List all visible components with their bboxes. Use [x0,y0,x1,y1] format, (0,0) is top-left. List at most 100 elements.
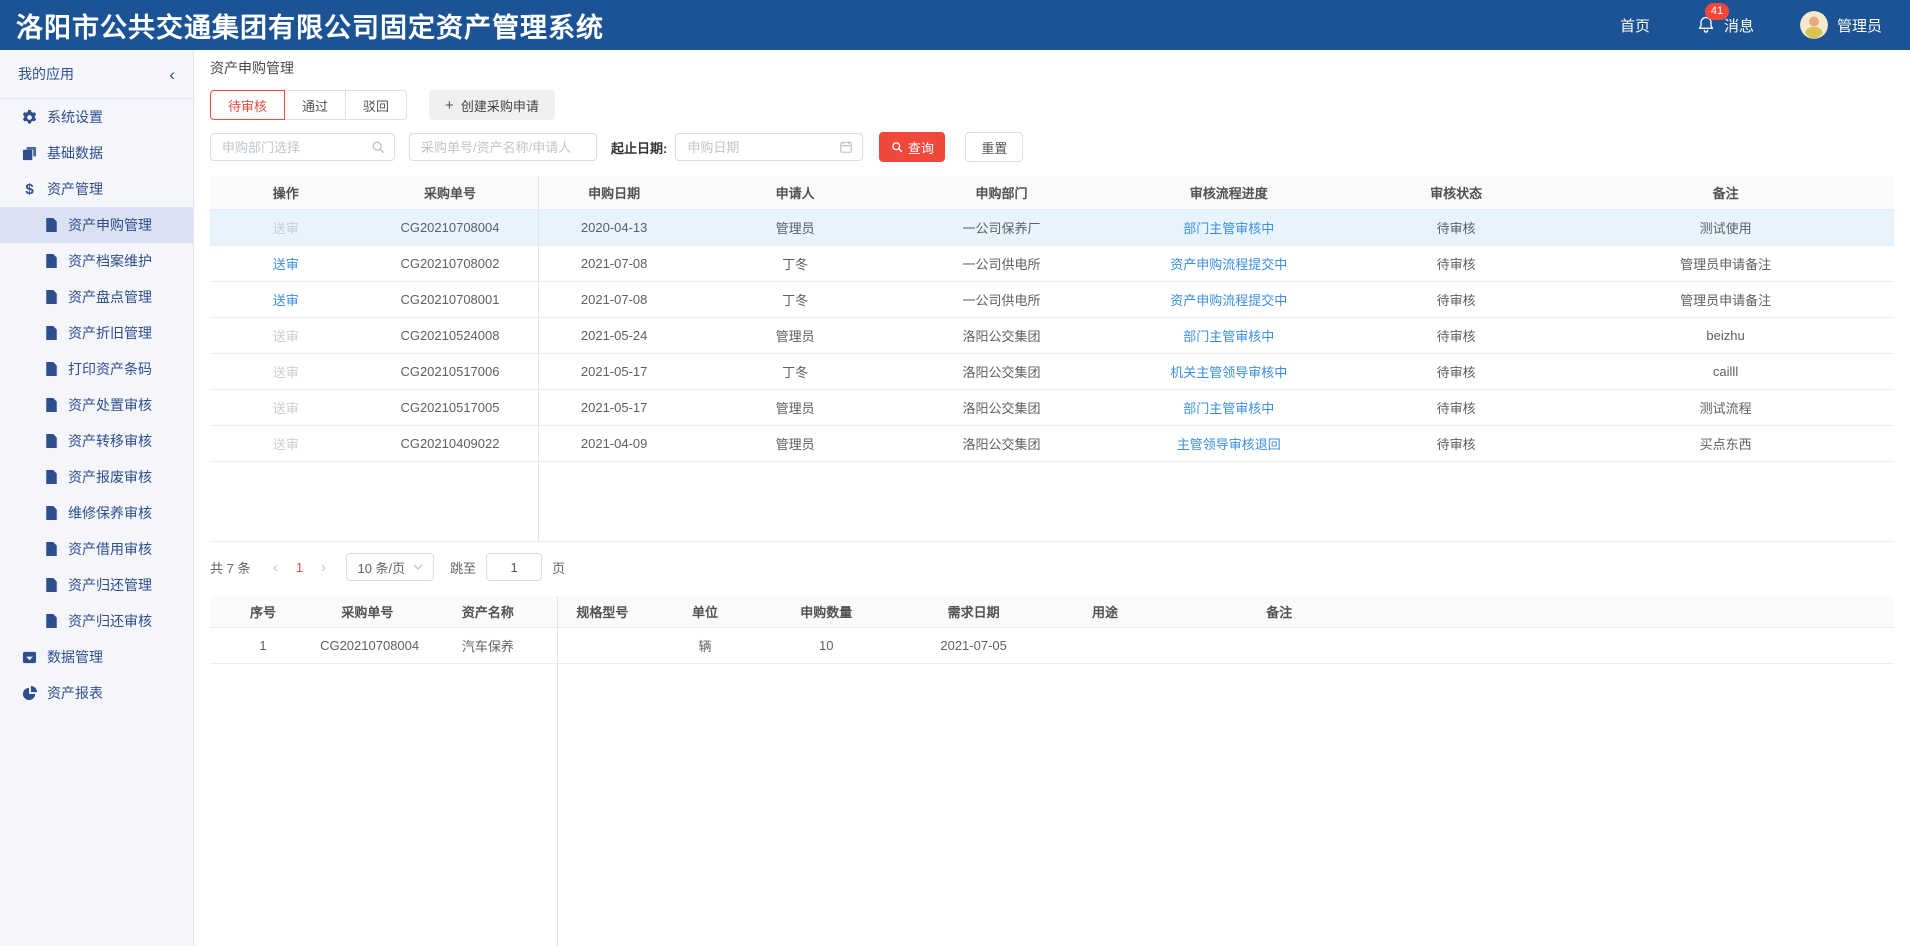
sidebar-header: 我的应用 ‹ [0,50,193,99]
sidebar-item-asset-archive[interactable]: 资产档案维护 [0,243,193,279]
search-button[interactable]: 查询 [879,132,945,162]
user-menu[interactable]: 管理员 [1800,11,1882,39]
nav-messages[interactable]: 41 消息 [1696,14,1754,36]
order-row[interactable]: 送审 CG20210708004 2020-04-13 管理员 一公司保养厂 部… [210,210,1894,246]
page-suffix-label: 页 [552,558,565,577]
pagination: 共 7 条 ‹ 1 › 10 条/页 跳至 页 [210,552,1894,582]
sidebar-item-asset-purchase[interactable]: 资产申购管理 [0,207,193,243]
status-cell: 待审核 [1355,254,1557,273]
col-header-dept: 申购部门 [900,183,1102,202]
reset-button[interactable]: 重置 [965,132,1023,162]
sidebar-item-system-settings[interactable]: 系统设置 [0,99,193,135]
progress-link[interactable]: 资产申购流程提交中 [1170,293,1287,308]
sidebar-item-label: 资产申购管理 [68,215,152,235]
order-row[interactable]: 送审 CG20210409022 2021-04-09 管理员 洛阳公交集团 主… [210,426,1894,462]
order-no-cell: CG20210409022 [362,436,539,451]
order-no-cell: CG20210517005 [362,400,539,415]
sidebar-item-asset-return-review[interactable]: 资产归还审核 [0,603,193,639]
orders-table-header: 操作 采购单号 申购日期 申请人 申购部门 审核流程进度 审核状态 备注 [210,176,1894,210]
order-row[interactable]: 送审 CG20210708001 2021-07-08 丁冬 一公司供电所 资产… [210,282,1894,318]
order-no-cell: CG20210708004 [362,220,539,235]
need-date-cell: 2021-07-05 [890,638,1057,653]
sidebar-item-asset-reports[interactable]: 资产报表 [0,675,193,711]
sidebar-item-data-management[interactable]: 数据管理 [0,639,193,675]
jump-to-input[interactable] [486,553,542,581]
sidebar-item-asset-management[interactable]: $ 资产管理 [0,171,193,207]
collection-icon [22,146,37,161]
progress-link[interactable]: 部门主管审核中 [1183,401,1274,416]
page-size-value: 10 条/页 [357,558,405,577]
submit-review-link[interactable]: 送审 [273,293,299,308]
nav-home[interactable]: 首页 [1620,15,1650,36]
detail-table: 序号 采购单号 资产名称 规格型号 单位 申购数量 需求日期 用途 备注 1 C… [210,596,1894,946]
sidebar-item-asset-scrap[interactable]: 资产报废审核 [0,459,193,495]
col-header-unit: 单位 [648,602,763,621]
dept-select-input[interactable] [220,139,371,156]
sidebar-item-basic-data[interactable]: 基础数据 [0,135,193,171]
sidebar-item-asset-transfer[interactable]: 资产转移审核 [0,423,193,459]
remark-cell: 买点东西 [1557,434,1894,453]
sidebar-item-asset-depreciation[interactable]: 资产折旧管理 [0,315,193,351]
order-row[interactable]: 送审 CG20210517006 2021-05-17 丁冬 洛阳公交集团 机关… [210,354,1894,390]
next-page-button[interactable]: › [312,559,334,576]
col-header-asset-name: 资产名称 [419,602,557,621]
applicant-cell: 管理员 [690,326,901,345]
order-row[interactable]: 送审 CG20210708002 2021-07-08 丁冬 一公司供电所 资产… [210,246,1894,282]
sidebar-item-print-barcode[interactable]: 打印资产条码 [0,351,193,387]
remark-cell: 测试流程 [1557,398,1894,417]
col-header-date: 申购日期 [538,183,690,202]
sidebar-item-asset-disposal[interactable]: 资产处置审核 [0,387,193,423]
page-size-select[interactable]: 10 条/页 [346,553,434,581]
tab-pending[interactable]: 待审核 [210,90,285,120]
qty-cell: 10 [762,638,890,653]
status-cell: 待审核 [1355,398,1557,417]
status-cell: 待审核 [1355,434,1557,453]
remark-cell: 管理员申请备注 [1557,290,1894,309]
progress-link[interactable]: 部门主管审核中 [1183,329,1274,344]
sidebar-item-asset-borrow[interactable]: 资产借用审核 [0,531,193,567]
col-header-order-no: 采购单号 [362,183,539,202]
applicant-cell: 丁冬 [690,254,901,273]
document-icon [45,578,58,592]
date-cell: 2021-05-17 [538,400,690,415]
date-range-label: 起止日期: [611,138,667,157]
date-cell: 2021-05-24 [538,328,690,343]
remark-cell: cailll [1557,364,1894,379]
progress-link[interactable]: 机关主管领导审核中 [1170,365,1287,380]
progress-link[interactable]: 资产申购流程提交中 [1170,257,1287,272]
sidebar-item-asset-inventory[interactable]: 资产盘点管理 [0,279,193,315]
submit-review-link[interactable]: 送审 [273,257,299,272]
prev-page-button[interactable]: ‹ [264,559,286,576]
detail-row[interactable]: 1 CG20210708004 汽车保养 辆 10 2021-07-05 [210,628,1894,664]
current-page[interactable]: 1 [286,560,312,575]
sidebar-title: 我的应用 [18,64,74,84]
submit-review-link: 送审 [273,329,299,344]
col-header-purpose: 用途 [1057,602,1153,621]
orders-table: 操作 采购单号 申购日期 申请人 申购部门 审核流程进度 审核状态 备注 送审 … [210,176,1894,542]
progress-link[interactable]: 部门主管审核中 [1183,221,1274,236]
status-cell: 待审核 [1355,362,1557,381]
sidebar-item-asset-return-mgmt[interactable]: 资产归还管理 [0,567,193,603]
gear-icon [22,110,37,125]
sidebar: 我的应用 ‹ 系统设置 基础数据 $ 资产管理 资产申购管理 资产档案维护 资产… [0,50,194,946]
collapse-sidebar-icon[interactable]: ‹ [169,66,175,83]
dept-cell: 洛阳公交集团 [900,398,1102,417]
sidebar-item-label: 资产归还管理 [68,575,152,595]
submit-review-link: 送审 [273,401,299,416]
sidebar-item-maintenance-review[interactable]: 维修保养审核 [0,495,193,531]
document-icon [45,326,58,340]
keyword-input[interactable] [419,139,587,156]
submit-review-link: 送审 [273,437,299,452]
create-purchase-button[interactable]: + 创建采购申请 [429,90,555,120]
date-input[interactable] [685,139,839,156]
tab-rejected[interactable]: 驳回 [345,90,407,120]
remark-cell: 测试使用 [1557,218,1894,237]
tab-passed[interactable]: 通过 [284,90,346,120]
order-row[interactable]: 送审 CG20210517005 2021-05-17 管理员 洛阳公交集团 部… [210,390,1894,426]
date-cell: 2021-05-17 [538,364,690,379]
app-title: 洛阳市公共交通集团有限公司固定资产管理系统 [16,6,604,45]
col-header-remark: 备注 [1557,183,1894,202]
sidebar-item-label: 资产报表 [47,683,103,703]
order-row[interactable]: 送审 CG20210524008 2021-05-24 管理员 洛阳公交集团 部… [210,318,1894,354]
progress-link[interactable]: 主管领导审核退回 [1177,437,1281,452]
